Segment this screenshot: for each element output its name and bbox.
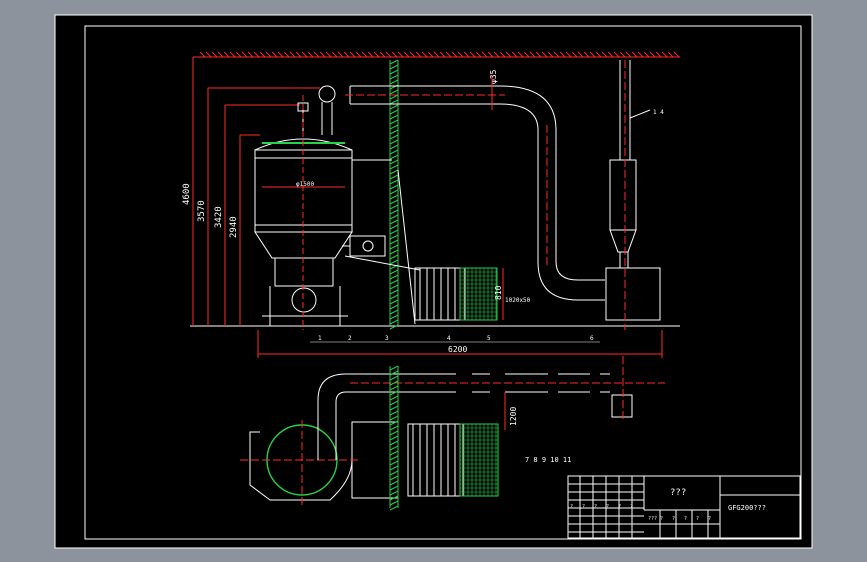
title-block-cell: ?	[708, 516, 711, 522]
dim-phi1500: φ1500	[296, 181, 314, 188]
dim-phi35: φ35	[489, 69, 498, 84]
dim-3420: 3420	[214, 206, 224, 228]
title-block-title: ???	[670, 488, 686, 498]
callout-6: 6	[590, 335, 594, 342]
callout-1: 1	[318, 335, 322, 342]
dim-flange: 1020x50	[505, 297, 531, 304]
dim-2940: 2940	[229, 216, 239, 238]
cad-drawing-canvas: 4600 3570 3420 2940 φ1500 φ35 1 4 810 10…	[54, 14, 813, 549]
title-block-cell: ?	[570, 504, 573, 510]
dim-4600: 4600	[182, 183, 192, 205]
title-block-cell: ???	[648, 516, 657, 522]
title-block-drawing-no: GFG200???	[728, 504, 766, 512]
duct-label: 1 4	[653, 109, 664, 116]
dim-3570: 3570	[197, 200, 207, 222]
title-block-cell: ?	[582, 504, 585, 510]
title-block-cell: ?	[660, 516, 663, 522]
title-block-cell: ?	[684, 516, 687, 522]
title-block-cell: ?	[696, 516, 699, 522]
title-block-cell: ?	[606, 504, 609, 510]
dim-6200: 6200	[448, 345, 467, 354]
callout-5: 5	[487, 335, 491, 342]
title-block-cell: ?	[630, 504, 633, 510]
callout-4: 4	[447, 335, 451, 342]
dim-1200: 1200	[509, 407, 518, 426]
plan-note: 7 8 9 10 11	[525, 456, 571, 464]
title-block-cell: ?	[618, 504, 621, 510]
title-block-cell: ?	[672, 516, 675, 522]
title-block-cell: ?	[594, 504, 597, 510]
dim-810: 810	[494, 285, 503, 300]
callout-2: 2	[348, 335, 352, 342]
callout-3: 3	[385, 335, 389, 342]
